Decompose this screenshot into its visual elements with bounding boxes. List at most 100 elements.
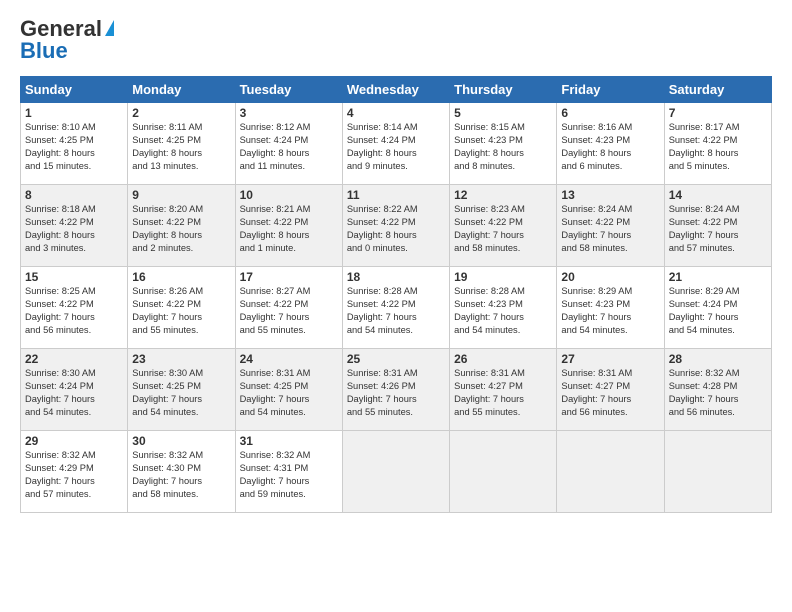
day-cell: 31Sunrise: 8:32 AMSunset: 4:31 PMDayligh…	[235, 431, 342, 513]
day-info-line: Sunrise: 8:31 AM	[240, 368, 311, 378]
day-info-line: and 55 minutes.	[454, 407, 520, 417]
day-info-line: Sunrise: 8:32 AM	[132, 450, 203, 460]
day-cell: 3Sunrise: 8:12 AMSunset: 4:24 PMDaylight…	[235, 103, 342, 185]
day-number: 7	[669, 106, 767, 120]
day-number: 16	[132, 270, 230, 284]
day-info-line: Sunset: 4:22 PM	[25, 299, 94, 309]
day-info-line: Daylight: 7 hours	[25, 394, 95, 404]
day-info-line: and 8 minutes.	[454, 161, 515, 171]
day-info-line: Sunrise: 8:10 AM	[25, 122, 96, 132]
day-info-line: Sunset: 4:24 PM	[240, 135, 309, 145]
day-info-line: Sunset: 4:22 PM	[132, 299, 201, 309]
day-info-line: and 55 minutes.	[240, 325, 306, 335]
day-info-line: Sunrise: 8:31 AM	[561, 368, 632, 378]
day-info-line: and 59 minutes.	[240, 489, 306, 499]
logo-triangle-icon	[105, 20, 114, 36]
day-info-line: Daylight: 8 hours	[25, 148, 95, 158]
day-info-line: Sunset: 4:30 PM	[132, 463, 201, 473]
day-info-line: and 57 minutes.	[25, 489, 91, 499]
day-info-line: Sunset: 4:23 PM	[561, 299, 630, 309]
day-info-line: Daylight: 7 hours	[454, 394, 524, 404]
day-info-line: Sunrise: 8:32 AM	[669, 368, 740, 378]
header-day-friday: Friday	[557, 77, 664, 103]
day-info-line: and 54 minutes.	[669, 325, 735, 335]
day-info-line: Sunset: 4:25 PM	[132, 381, 201, 391]
day-number: 2	[132, 106, 230, 120]
day-info-line: and 2 minutes.	[132, 243, 193, 253]
day-info-line: Sunrise: 8:30 AM	[132, 368, 203, 378]
day-info-line: Sunrise: 8:28 AM	[454, 286, 525, 296]
day-cell: 18Sunrise: 8:28 AMSunset: 4:22 PMDayligh…	[342, 267, 449, 349]
day-info-line: Sunrise: 8:31 AM	[347, 368, 418, 378]
day-info-line: Daylight: 8 hours	[132, 148, 202, 158]
header-day-saturday: Saturday	[664, 77, 771, 103]
day-cell	[557, 431, 664, 513]
day-cell: 23 Sunrise: 8:30 AM Sunset: 4:25 PM Dayligh…	[128, 349, 235, 431]
day-cell: 9Sunrise: 8:20 AMSunset: 4:22 PMDaylight…	[128, 185, 235, 267]
header-day-monday: Monday	[128, 77, 235, 103]
day-cell: 27Sunrise: 8:31 AMSunset: 4:27 PMDayligh…	[557, 349, 664, 431]
day-number: 13	[561, 188, 659, 202]
day-info-line: Sunset: 4:26 PM	[347, 381, 416, 391]
day-info-line: Sunset: 4:24 PM	[347, 135, 416, 145]
day-info-line: Sunset: 4:25 PM	[132, 135, 201, 145]
day-info-line: Daylight: 8 hours	[25, 230, 95, 240]
day-number: 30	[132, 434, 230, 448]
day-info-line: Daylight: 8 hours	[669, 148, 739, 158]
day-number: 22	[25, 352, 123, 366]
day-cell: 10Sunrise: 8:21 AMSunset: 4:22 PMDayligh…	[235, 185, 342, 267]
day-info-line: Daylight: 7 hours	[454, 230, 524, 240]
day-info-line: Daylight: 7 hours	[669, 394, 739, 404]
day-info-line: Sunset: 4:23 PM	[454, 299, 523, 309]
day-cell: 13 Sunrise: 8:24 AM Sunset: 4:22 PM Dayligh…	[557, 185, 664, 267]
day-info-line: Sunset: 4:22 PM	[561, 217, 630, 227]
day-number: 21	[669, 270, 767, 284]
day-info-line: and 54 minutes.	[454, 325, 520, 335]
day-info-line: and 11 minutes.	[240, 161, 305, 171]
day-info-line: Daylight: 7 hours	[240, 476, 310, 486]
day-cell: 25Sunrise: 8:31 AMSunset: 4:26 PMDayligh…	[342, 349, 449, 431]
day-info-line: and 54 minutes.	[347, 325, 413, 335]
day-number: 31	[240, 434, 338, 448]
day-info-line: Daylight: 8 hours	[132, 230, 202, 240]
day-info-line: Sunrise: 8:32 AM	[240, 450, 311, 460]
day-cell: 7Sunrise: 8:17 AMSunset: 4:22 PMDaylight…	[664, 103, 771, 185]
day-info-line: Sunset: 4:22 PM	[25, 217, 94, 227]
day-number: 17	[240, 270, 338, 284]
day-info-line: Sunset: 4:27 PM	[561, 381, 630, 391]
day-number: 25	[347, 352, 445, 366]
day-info-line: and 54 minutes.	[25, 407, 91, 417]
header-day-sunday: Sunday	[21, 77, 128, 103]
day-number: 18	[347, 270, 445, 284]
day-number: 23	[132, 352, 230, 366]
day-info-line: Daylight: 7 hours	[561, 230, 631, 240]
day-info-line: Daylight: 7 hours	[132, 394, 202, 404]
day-info-line: Sunrise: 8:24 AM	[561, 204, 632, 214]
day-info-line: and 9 minutes.	[347, 161, 408, 171]
day-info-line: and 55 minutes.	[132, 325, 198, 335]
day-info-line: and 54 minutes.	[240, 407, 306, 417]
day-cell: 4Sunrise: 8:14 AMSunset: 4:24 PMDaylight…	[342, 103, 449, 185]
day-cell	[450, 431, 557, 513]
day-cell: 16Sunrise: 8:26 AMSunset: 4:22 PMDayligh…	[128, 267, 235, 349]
day-cell	[664, 431, 771, 513]
day-cell: 15Sunrise: 8:25 AMSunset: 4:22 PMDayligh…	[21, 267, 128, 349]
day-cell: 26Sunrise: 8:31 AMSunset: 4:27 PMDayligh…	[450, 349, 557, 431]
day-info-line: and 15 minutes.	[25, 161, 91, 171]
day-info-line: Daylight: 8 hours	[454, 148, 524, 158]
day-number: 28	[669, 352, 767, 366]
day-info-line: and 1 minute.	[240, 243, 296, 253]
day-info-line: Daylight: 8 hours	[347, 148, 417, 158]
day-info-line: Sunset: 4:25 PM	[25, 135, 94, 145]
day-info-line: Daylight: 8 hours	[347, 230, 417, 240]
day-cell: 12Sunrise: 8:23 AMSunset: 4:22 PMDayligh…	[450, 185, 557, 267]
day-info-line: Sunrise: 8:12 AM	[240, 122, 311, 132]
day-cell: 2Sunrise: 8:11 AMSunset: 4:25 PMDaylight…	[128, 103, 235, 185]
day-info-line: Sunrise: 8:30 AM	[25, 368, 96, 378]
day-info-line: Daylight: 7 hours	[561, 394, 631, 404]
day-cell: 22Sunrise: 8:30 AMSunset: 4:24 PMDayligh…	[21, 349, 128, 431]
day-number: 1	[25, 106, 123, 120]
day-number: 12	[454, 188, 552, 202]
day-number: 11	[347, 188, 445, 202]
day-info-line: Daylight: 7 hours	[25, 312, 95, 322]
